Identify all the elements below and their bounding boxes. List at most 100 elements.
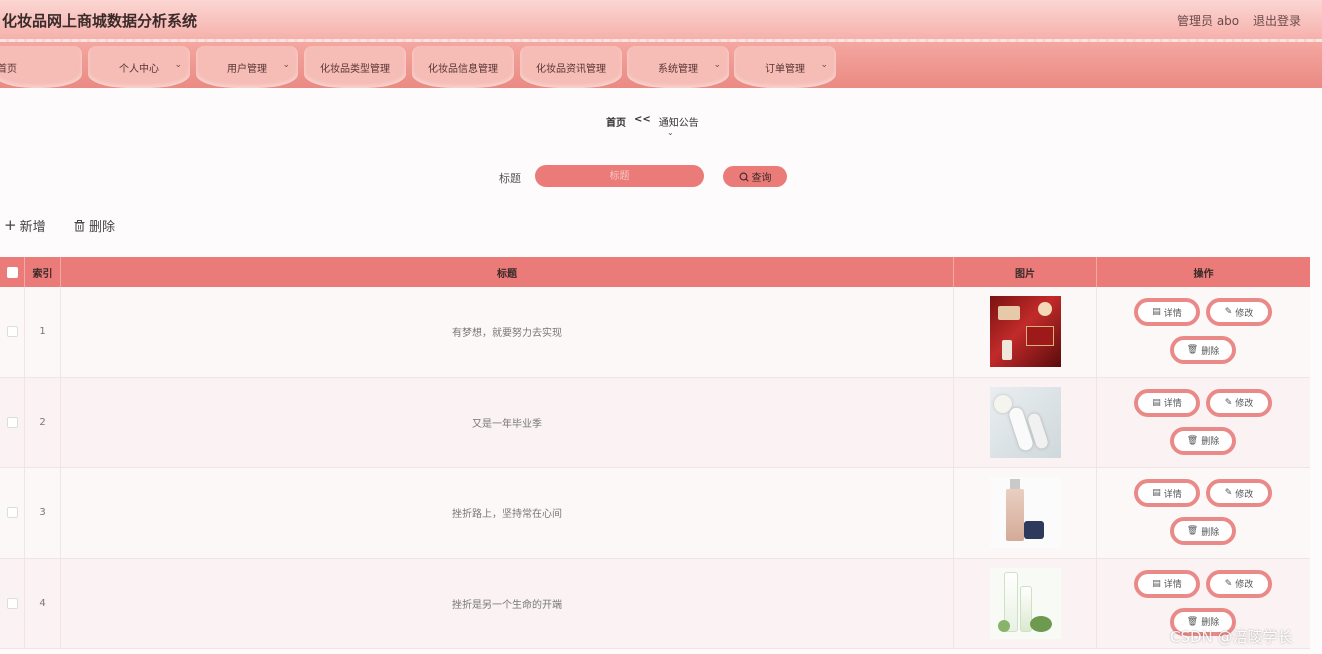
row-title: 有梦想，就要努力去实现 (61, 287, 954, 377)
select-all-checkbox[interactable] (6, 266, 18, 278)
nav-item-cosmetic-info-management[interactable]: 化妆品信息管理 (412, 46, 514, 88)
table-row: 4 挫折是另一个生命的开端 ▤ 详情 ✎ 修改 🗑 删除 (0, 558, 1310, 649)
row-image-cell (954, 468, 1097, 558)
trash-icon: 🗑 (1186, 435, 1199, 446)
foundation-bottle-and-cream-jar-image[interactable] (989, 477, 1061, 549)
document-icon: ▤ (1152, 397, 1161, 408)
row-select-cell (0, 558, 25, 648)
row-index: 1 (25, 287, 61, 377)
plus-icon: + (4, 216, 17, 234)
batch-delete-button[interactable]: 删除 (74, 216, 115, 235)
nav-item-label: 首页 (0, 63, 17, 75)
detail-button-label: 详情 (1163, 580, 1182, 590)
search-button[interactable]: 查询 (723, 166, 787, 187)
row-image-cell (954, 287, 1097, 377)
trash-icon: 🗑 (1186, 345, 1199, 355)
chevron-down-icon: ⌄ (820, 60, 828, 70)
breadcrumb-current: 通知公告 (658, 118, 699, 129)
edit-button-label: 修改 (1235, 308, 1254, 319)
edit-button-label: 修改 (1235, 399, 1254, 409)
column-header-operation: 操作 (1193, 268, 1214, 280)
nav-item-label: 订单管理 (765, 63, 805, 75)
detail-button[interactable]: ▤ 详情 (1134, 298, 1200, 326)
row-checkbox[interactable] (6, 326, 18, 338)
chevron-down-icon: ⌄ (282, 60, 290, 70)
edit-button-label: 修改 (1235, 489, 1254, 500)
row-checkbox[interactable] (6, 507, 18, 519)
row-title: 挫折路上，坚持常在心间 (61, 468, 954, 558)
app-title: 化妆品网上商城数据分析系统 (2, 12, 198, 30)
nav-item-cosmetic-type-management[interactable]: 化妆品类型管理 (304, 46, 406, 88)
select-all-cell (0, 257, 25, 287)
edit-button[interactable]: ✎ 修改 (1206, 388, 1272, 417)
title-search-input[interactable] (535, 165, 704, 187)
document-icon: ▤ (1152, 578, 1161, 589)
nav-item-label: 用户管理 (227, 63, 267, 75)
nav-item-system-management[interactable]: 系统管理 ⌄ (627, 46, 729, 88)
row-index: 2 (25, 377, 61, 467)
table-body: 1 有梦想，就要努力去实现 ▤ 详情 ✎ 修改 🗑 删除 2 又是一年毕业季 ▤… (0, 287, 1310, 649)
document-icon: ▤ (1152, 307, 1161, 317)
logout-link[interactable]: 退出登录 (1253, 12, 1301, 29)
add-button[interactable]: + 新增 (4, 216, 46, 236)
pencil-icon: ✎ (1224, 307, 1233, 317)
row-index: 4 (25, 558, 61, 648)
delete-button[interactable]: 🗑 删除 (1170, 517, 1236, 545)
breadcrumb-home[interactable]: 首页 (606, 114, 626, 129)
delete-button-label: 删除 (1201, 346, 1220, 357)
pencil-icon: ✎ (1224, 397, 1233, 408)
search-label: 标题 (499, 172, 521, 185)
caret-down-icon: ⌄ (667, 128, 674, 137)
pencil-icon: ✎ (1224, 578, 1233, 589)
nav-item-label: 系统管理 (658, 63, 698, 75)
delete-button-label: 删除 (1201, 437, 1220, 447)
main-nav: 首页 个人中心 ⌄ 用户管理 ⌄ 化妆品类型管理 化妆品信息管理 化妆品资讯管理… (0, 42, 1322, 88)
table-header: 索引 标题 图片 操作 (0, 257, 1310, 287)
detail-button-label: 详情 (1163, 489, 1182, 500)
breadcrumb-separator: << (634, 114, 651, 125)
delete-button[interactable]: 🗑 删除 (1170, 426, 1236, 455)
row-checkbox[interactable] (6, 597, 18, 609)
table-row: 2 又是一年毕业季 ▤ 详情 ✎ 修改 🗑 删除 (0, 377, 1310, 468)
trash-icon: 🗑 (1186, 616, 1199, 627)
column-header-title[interactable]: 标题 (61, 257, 954, 287)
add-button-label: 新增 (19, 220, 46, 235)
breadcrumb: 首页 << 通知公告 (606, 114, 699, 129)
watermark: CSDN @涪陵学长 (1170, 628, 1293, 646)
nav-item-personal-center[interactable]: 个人中心 ⌄ (88, 46, 190, 88)
trash-icon: 🗑 (1186, 526, 1199, 536)
delete-button[interactable]: 🗑 删除 (1170, 336, 1236, 364)
edit-button[interactable]: ✎ 修改 (1206, 479, 1272, 507)
detail-button[interactable]: ▤ 详情 (1134, 388, 1200, 417)
table-row: 3 挫折路上，坚持常在心间 ▤ 详情 ✎ 修改 🗑 删除 (0, 468, 1310, 559)
row-image-cell (954, 558, 1097, 648)
trash-icon (74, 219, 85, 231)
nav-item-user-management[interactable]: 用户管理 ⌄ (196, 46, 298, 88)
detail-button-label: 详情 (1163, 399, 1182, 409)
green-skincare-set-image[interactable] (989, 567, 1061, 639)
delete-button-label: 删除 (1201, 527, 1220, 538)
edit-button-label: 修改 (1235, 580, 1254, 590)
pencil-icon: ✎ (1224, 488, 1233, 498)
detail-button[interactable]: ▤ 详情 (1134, 479, 1200, 507)
chevron-down-icon: ⌄ (174, 60, 182, 70)
nav-item-order-management[interactable]: 订单管理 ⌄ (734, 46, 836, 88)
row-title: 又是一年毕业季 (61, 377, 954, 467)
row-select-cell (0, 468, 25, 558)
nav-item-cosmetic-news-management[interactable]: 化妆品资讯管理 (520, 46, 622, 88)
search-button-label: 查询 (751, 173, 772, 184)
row-checkbox[interactable] (6, 416, 18, 428)
app-header: 化妆品网上商城数据分析系统 管理员 abo 退出登录 (0, 0, 1322, 42)
search-icon (739, 172, 749, 182)
row-title: 挫折是另一个生命的开端 (61, 558, 954, 648)
edit-button[interactable]: ✎ 修改 (1206, 569, 1272, 598)
nav-item-home[interactable]: 首页 (0, 46, 82, 88)
column-header-index: 索引 (25, 257, 61, 287)
edit-button[interactable]: ✎ 修改 (1206, 298, 1272, 326)
white-skincare-bottles-image[interactable] (989, 386, 1061, 458)
detail-button[interactable]: ▤ 详情 (1134, 569, 1200, 598)
row-select-cell (0, 287, 25, 377)
chevron-down-icon: ⌄ (713, 60, 721, 70)
red-gift-box-cosmetics-image[interactable] (989, 296, 1061, 368)
notice-table: 索引 标题 图片 操作 1 有梦想，就要努力去实现 ▤ 详情 ✎ 修改 🗑 删除… (0, 257, 1310, 649)
